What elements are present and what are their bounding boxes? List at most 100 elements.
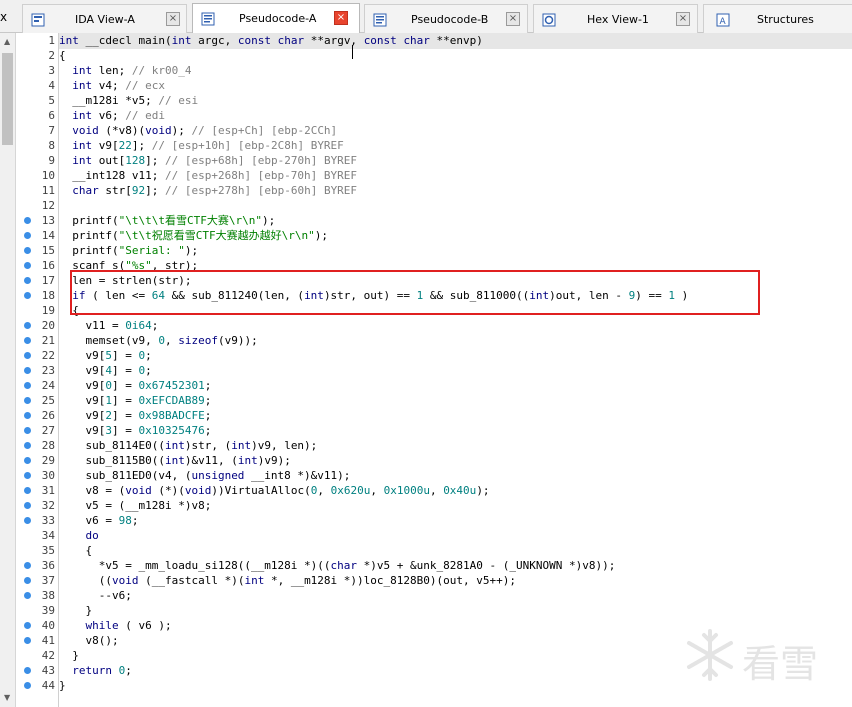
- code-line[interactable]: v9[1] = 0xEFCDAB89;: [59, 393, 211, 408]
- breakpoint-dot-icon[interactable]: [24, 337, 31, 344]
- line-number: 9: [48, 154, 55, 167]
- watermark-text: 看雪: [742, 642, 819, 686]
- code-line[interactable]: printf("Serial: ");: [59, 243, 198, 258]
- code-line[interactable]: v9[4] = 0;: [59, 363, 151, 378]
- vertical-scrollbar[interactable]: ▲ ▼: [0, 33, 16, 707]
- line-number: 22: [41, 349, 55, 362]
- code-line[interactable]: }: [59, 648, 79, 663]
- breakpoint-dot-icon[interactable]: [24, 682, 31, 689]
- breakpoint-dot-icon[interactable]: [24, 517, 31, 524]
- pseudocode-editor[interactable]: int __cdecl main(int argc, const char **…: [59, 33, 852, 707]
- breakpoint-dot-icon[interactable]: [24, 277, 31, 284]
- code-line[interactable]: v9[2] = 0x98BADCFE;: [59, 408, 211, 423]
- svg-text:A: A: [720, 17, 727, 27]
- code-line[interactable]: do: [59, 528, 99, 543]
- breakpoint-dot-icon[interactable]: [24, 442, 31, 449]
- code-line[interactable]: v11 = 0i64;: [59, 318, 158, 333]
- tab-close-icon[interactable]: ×: [166, 12, 180, 26]
- code-line[interactable]: int v6; // edi: [59, 108, 165, 123]
- code-line[interactable]: __m128i *v5; // esi: [59, 93, 198, 108]
- code-line[interactable]: __int128 v11; // [esp+268h] [ebp-70h] BY…: [59, 168, 357, 183]
- code-line[interactable]: int v9[22]; // [esp+10h] [ebp-2C8h] BYRE…: [59, 138, 344, 153]
- tab-hex-view-1[interactable]: Hex View-1 ×: [533, 4, 698, 33]
- code-line[interactable]: int v4; // ecx: [59, 78, 165, 93]
- tab-label: Pseudocode-A: [239, 12, 317, 25]
- code-line[interactable]: char str[92]; // [esp+278h] [ebp-60h] BY…: [59, 183, 357, 198]
- code-line[interactable]: return 0;: [59, 663, 132, 678]
- tab-structures[interactable]: A Structures: [703, 4, 852, 33]
- code-line[interactable]: v8 = (void (*)(void))VirtualAlloc(0, 0x6…: [59, 483, 489, 498]
- line-number: 38: [41, 589, 55, 602]
- line-number: 29: [41, 454, 55, 467]
- breakpoint-dot-icon[interactable]: [24, 217, 31, 224]
- code-line[interactable]: }: [59, 678, 66, 693]
- code-line[interactable]: sub_8115B0((int)&v11, (int)v9);: [59, 453, 290, 468]
- tab-close-icon[interactable]: ×: [334, 11, 348, 25]
- code-line[interactable]: {: [59, 48, 66, 63]
- breakpoint-dot-icon[interactable]: [24, 412, 31, 419]
- tab-label: Pseudocode-B: [411, 13, 489, 26]
- breakpoint-dot-icon[interactable]: [24, 667, 31, 674]
- code-line[interactable]: void (*v8)(void); // [esp+Ch] [ebp-2CCh]: [59, 123, 337, 138]
- line-number: 32: [41, 499, 55, 512]
- code-line[interactable]: v9[3] = 0x10325476;: [59, 423, 211, 438]
- scroll-down-icon[interactable]: ▼: [4, 693, 10, 702]
- breakpoint-dot-icon[interactable]: [24, 577, 31, 584]
- line-number: 30: [41, 469, 55, 482]
- code-line[interactable]: printf("\t\t祝愿看雪CTF大赛越办越好\r\n");: [59, 228, 328, 243]
- code-line[interactable]: int out[128]; // [esp+68h] [ebp-270h] BY…: [59, 153, 357, 168]
- line-number: 24: [41, 379, 55, 392]
- code-line[interactable]: printf("\t\t\t看雪CTF大赛\r\n");: [59, 213, 275, 228]
- code-line[interactable]: v9[5] = 0;: [59, 348, 151, 363]
- line-number: 5: [48, 94, 55, 107]
- code-line[interactable]: sub_8114E0((int)str, (int)v9, len);: [59, 438, 317, 453]
- code-line[interactable]: {: [59, 543, 92, 558]
- code-line[interactable]: *v5 = _mm_loadu_si128((__m128i *)((char …: [59, 558, 616, 573]
- code-line[interactable]: --v6;: [59, 588, 132, 603]
- line-number: 17: [41, 274, 55, 287]
- tab-pseudocode-b[interactable]: Pseudocode-B ×: [364, 4, 528, 33]
- breakpoint-dot-icon[interactable]: [24, 352, 31, 359]
- breakpoint-dot-icon[interactable]: [24, 592, 31, 599]
- breakpoint-dot-icon[interactable]: [24, 487, 31, 494]
- breakpoint-dot-icon[interactable]: [24, 247, 31, 254]
- breakpoint-dot-icon[interactable]: [24, 292, 31, 299]
- breakpoint-dot-icon[interactable]: [24, 367, 31, 374]
- code-line[interactable]: v5 = (__m128i *)v8;: [59, 498, 211, 513]
- code-line[interactable]: }: [59, 603, 92, 618]
- code-line[interactable]: sub_811ED0(v4, (unsigned __int8 *)&v11);: [59, 468, 350, 483]
- breakpoint-dot-icon[interactable]: [24, 472, 31, 479]
- close-icon[interactable]: x: [0, 10, 7, 24]
- breakpoint-dot-icon[interactable]: [24, 322, 31, 329]
- code-line[interactable]: ((void (__fastcall *)(int *, __m128i *))…: [59, 573, 516, 588]
- tab-close-icon[interactable]: ×: [676, 12, 690, 26]
- breakpoint-dot-icon[interactable]: [24, 562, 31, 569]
- tab-close-icon[interactable]: ×: [506, 12, 520, 26]
- breakpoint-dot-icon[interactable]: [24, 622, 31, 629]
- tab-ida-view-a[interactable]: IDA View-A ×: [22, 4, 187, 33]
- code-line[interactable]: v6 = 98;: [59, 513, 138, 528]
- scroll-up-icon[interactable]: ▲: [4, 37, 10, 46]
- ida-view-icon: [31, 12, 45, 27]
- line-number: 28: [41, 439, 55, 452]
- breakpoint-dot-icon[interactable]: [24, 637, 31, 644]
- breakpoint-dot-icon[interactable]: [24, 457, 31, 464]
- code-line[interactable]: memset(v9, 0, sizeof(v9));: [59, 333, 257, 348]
- line-number: 3: [48, 64, 55, 77]
- breakpoint-dot-icon[interactable]: [24, 427, 31, 434]
- code-line[interactable]: v8();: [59, 633, 118, 648]
- code-line[interactable]: while ( v6 );: [59, 618, 172, 633]
- code-line[interactable]: v9[0] = 0x67452301;: [59, 378, 211, 393]
- tab-pseudocode-a[interactable]: Pseudocode-A ×: [192, 3, 360, 34]
- line-number: 4: [48, 79, 55, 92]
- scrollbar-thumb[interactable]: [2, 53, 13, 145]
- breakpoint-dot-icon[interactable]: [24, 232, 31, 239]
- line-number: 34: [41, 529, 55, 542]
- breakpoint-dot-icon[interactable]: [24, 502, 31, 509]
- breakpoint-dot-icon[interactable]: [24, 397, 31, 404]
- code-line[interactable]: int __cdecl main(int argc, const char **…: [59, 33, 483, 48]
- code-line[interactable]: int len; // kr00_4: [59, 63, 191, 78]
- breakpoint-dot-icon[interactable]: [24, 382, 31, 389]
- line-number: 19: [41, 304, 55, 317]
- breakpoint-dot-icon[interactable]: [24, 262, 31, 269]
